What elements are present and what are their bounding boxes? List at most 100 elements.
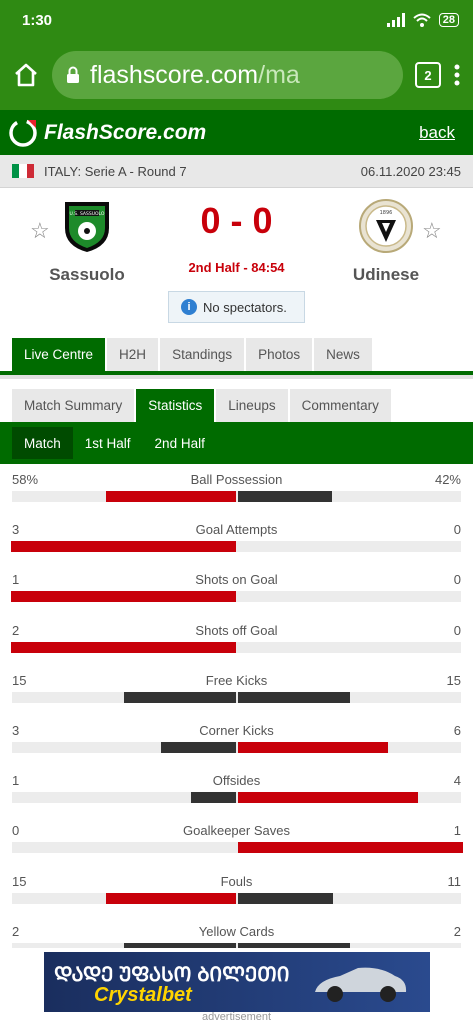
ad-headline: ᲓᲐᲓᲔ ᲣᲤᲐᲡᲝ ᲑᲘᲚᲔᲗᲘ [54, 964, 290, 986]
stat-row: 15 Free Kicks 15 [0, 665, 473, 715]
stat-away-value: 15 [446, 672, 461, 688]
ad-label: advertisement [201, 1011, 272, 1023]
stat-category: Corner Kicks [199, 722, 274, 738]
stat-row: 1 Shots on Goal 0 [0, 564, 473, 614]
stat-away-value: 6 [453, 722, 461, 738]
spectators-notice: i No spectators. [168, 291, 305, 323]
stat-away-value: 2 [453, 923, 461, 939]
period-tabs: Match 1st Half 2nd Half [0, 422, 473, 464]
stat-bar-track [12, 792, 461, 804]
ad-image[interactable]: ᲓᲐᲓᲔ ᲣᲤᲐᲡᲝ ᲑᲘᲚᲔᲗᲘ Crystalbet [44, 952, 430, 1012]
flashscore-logo[interactable]: FlashScore.com [8, 118, 206, 148]
ad-brand: Crystalbet [94, 984, 192, 1006]
stat-bar-away [237, 892, 333, 904]
favorite-star-icon-away[interactable]: ☆ [422, 218, 442, 244]
site-header: FlashScore.com back [0, 110, 473, 155]
back-link[interactable]: back [419, 123, 455, 143]
stat-row: 3 Goal Attempts 0 [0, 514, 473, 564]
tab-live-centre[interactable]: Live Centre [12, 338, 106, 371]
crest-year: 1896 [380, 210, 393, 216]
stat-row: 58% Ball Possession 42% [0, 464, 473, 514]
period-tab-1st-half[interactable]: 1st Half [73, 427, 143, 459]
stat-bar-home [105, 491, 236, 502]
stat-category: Shots on Goal [195, 572, 278, 588]
stat-bar-track [10, 541, 461, 553]
tab-statistics[interactable]: Statistics [136, 389, 215, 422]
wifi-icon [413, 13, 431, 27]
stat-bar-home [190, 792, 236, 804]
tab-match-summary[interactable]: Match Summary [12, 389, 135, 422]
url-path: /ma [258, 60, 300, 89]
url-bar[interactable]: flashscore.com/ma [52, 51, 403, 99]
stat-bar-track [10, 591, 461, 603]
stat-row: 1 Offsides 4 [0, 765, 473, 815]
home-icon[interactable] [12, 61, 40, 89]
period-tab-2nd-half[interactable]: 2nd Half [143, 427, 217, 459]
info-icon: i [181, 299, 197, 315]
url-host: flashscore.com [90, 60, 259, 89]
signal-icon [386, 13, 405, 27]
status-time: 1:30 [22, 11, 53, 29]
stat-row: 15 Fouls 11 [0, 866, 473, 916]
tab-standings[interactable]: Standings [160, 338, 245, 371]
flashscore-logo-icon [9, 118, 37, 147]
stat-bar-track [12, 842, 463, 854]
sub-tabs: Match Summary Statistics Lineups Comment… [0, 379, 473, 422]
stat-bar-away [237, 691, 350, 703]
stat-away-value: 0 [453, 622, 461, 638]
stat-bar-away [237, 792, 418, 804]
stat-bar-home [10, 641, 236, 653]
stat-bar-home [10, 541, 236, 553]
stat-category: Goal Attempts [195, 522, 278, 538]
battery-icon: 28 [438, 13, 459, 27]
lock-icon [67, 66, 79, 83]
tab-h2h[interactable]: H2H [107, 338, 159, 371]
stat-bar-track [12, 892, 461, 904]
stat-row: 2 Shots off Goal 0 [0, 615, 473, 665]
stat-category: Fouls [220, 873, 253, 889]
stat-bar-track [10, 641, 461, 653]
tab-switcher-button[interactable]: 2 [415, 62, 441, 88]
logo-text: FlashScore.com [44, 120, 207, 144]
tab-photos[interactable]: Photos [246, 338, 313, 371]
stat-bar-home [10, 591, 236, 603]
stat-row: 0 Goalkeeper Saves 1 [0, 815, 473, 865]
stat-category: Shots off Goal [195, 622, 278, 638]
tab-commentary[interactable]: Commentary [289, 389, 391, 422]
tab-news[interactable]: News [314, 338, 372, 371]
stat-row: 3 Corner Kicks 6 [0, 715, 473, 765]
league-name: ITALY: Serie A - Round 7 [44, 163, 187, 179]
stat-away-value: 0 [453, 522, 461, 538]
more-menu-icon[interactable] [453, 63, 461, 87]
tab-lineups[interactable]: Lineups [216, 389, 288, 422]
status-bar: 1:30 28 [0, 0, 473, 40]
udinese-crest-icon: 1896 [359, 199, 413, 253]
statistics-list: 58% Ball Possession 42% 3 Goal Attempts 0 1 Sho… [0, 464, 473, 966]
advertisement-banner: ᲓᲐᲓᲔ ᲣᲤᲐᲡᲝ ᲑᲘᲚᲔᲗᲘ Crystalbet advertiseme… [0, 948, 473, 1024]
main-tabs: Live Centre H2H Standings Photos News [0, 338, 473, 371]
match-datetime: 06.11.2020 23:45 [360, 163, 461, 179]
stat-bar-track [12, 691, 461, 703]
stat-bar-home [160, 741, 236, 753]
stat-away-value: 4 [453, 773, 461, 789]
stat-bar-home [123, 691, 236, 703]
stat-bar-away [237, 842, 463, 854]
stat-away-value: 1 [453, 823, 461, 839]
stat-category: Free Kicks [205, 672, 268, 688]
stat-away-value: 11 [447, 873, 462, 889]
italy-flag-icon [12, 164, 34, 178]
stat-category: Goalkeeper Saves [183, 823, 290, 839]
stat-bar-away [237, 491, 332, 502]
stat-bar-track [12, 491, 461, 502]
period-tab-match[interactable]: Match [12, 427, 73, 459]
stat-bar-track [12, 741, 461, 753]
away-team-name: Udinese [352, 265, 420, 284]
league-row: ITALY: Serie A - Round 7 06.11.2020 23:4… [0, 155, 473, 188]
browser-toolbar: flashscore.com/ma 2 [0, 40, 473, 110]
spectators-text: No spectators. [203, 299, 287, 315]
stat-bar-away [237, 741, 388, 753]
match-header: ☆ U.S. SASSUOLO Sassuolo 0 - 0 2nd Half … [0, 188, 473, 338]
status-icons: 28 [386, 13, 459, 27]
stat-away-value: 0 [453, 572, 461, 588]
stat-category: Ball Possession [190, 472, 283, 487]
